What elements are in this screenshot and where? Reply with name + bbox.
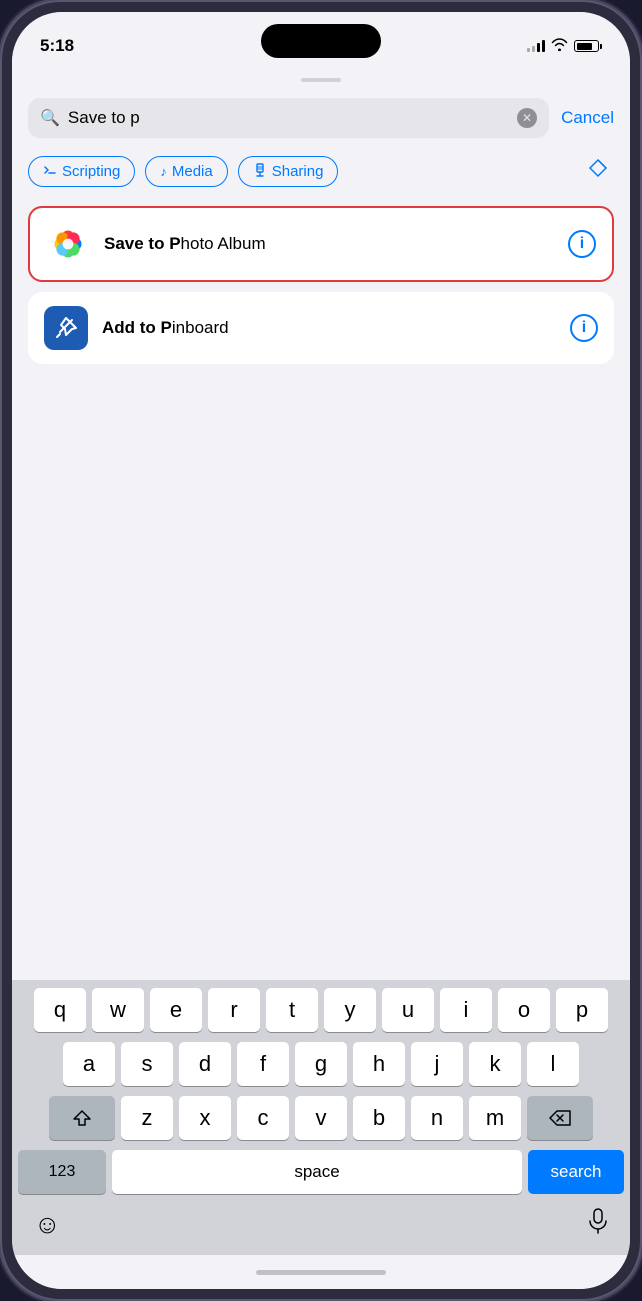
key-123[interactable]: 123: [18, 1150, 106, 1194]
sharing-icon: [253, 163, 267, 180]
key-w[interactable]: w: [92, 988, 144, 1032]
empty-space: [28, 593, 614, 980]
key-g[interactable]: g: [295, 1042, 347, 1086]
battery-icon: [574, 40, 602, 52]
key-shift[interactable]: [49, 1096, 115, 1140]
key-o[interactable]: o: [498, 988, 550, 1032]
key-k[interactable]: k: [469, 1042, 521, 1086]
microphone-button[interactable]: [588, 1208, 608, 1241]
result-add-to-pinboard-text: Add to Pinboard: [102, 318, 556, 338]
key-search[interactable]: search: [528, 1150, 624, 1194]
save-to-photo-album-info-button[interactable]: i: [568, 230, 596, 258]
result-text-bold: Save to P: [104, 234, 181, 253]
key-space[interactable]: space: [112, 1150, 522, 1194]
cancel-button[interactable]: Cancel: [561, 108, 614, 128]
chip-location[interactable]: [582, 152, 614, 190]
signal-icon: [527, 40, 545, 52]
key-p[interactable]: p: [556, 988, 608, 1032]
key-q[interactable]: q: [34, 988, 86, 1032]
chip-media-label: Media: [172, 163, 213, 180]
key-t[interactable]: t: [266, 988, 318, 1032]
search-icon: 🔍: [40, 108, 60, 128]
media-icon: ♪: [160, 164, 167, 179]
status-bar: 5:18: [12, 12, 630, 66]
info-icon-2: i: [582, 319, 586, 337]
key-s[interactable]: s: [121, 1042, 173, 1086]
keyboard-bottom-row: 123 space search: [18, 1150, 624, 1194]
clear-button[interactable]: ✕: [517, 108, 537, 128]
add-to-pinboard-info-button[interactable]: i: [570, 314, 598, 342]
key-n[interactable]: n: [411, 1096, 463, 1140]
keyboard-row-2: a s d f g h j k l: [18, 1042, 624, 1086]
key-j[interactable]: j: [411, 1042, 463, 1086]
key-backspace[interactable]: [527, 1096, 593, 1140]
clear-icon: ✕: [522, 111, 532, 125]
key-i[interactable]: i: [440, 988, 492, 1032]
screen: 5:18: [12, 12, 630, 1289]
key-v[interactable]: v: [295, 1096, 347, 1140]
search-input[interactable]: Save to p: [68, 108, 509, 128]
key-x[interactable]: x: [179, 1096, 231, 1140]
key-r[interactable]: r: [208, 988, 260, 1032]
chip-sharing[interactable]: Sharing: [238, 156, 339, 187]
status-time: 5:18: [40, 36, 74, 56]
result-text-rest: hoto Album: [181, 234, 266, 253]
result-add-to-pinboard[interactable]: Add to Pinboard i: [28, 292, 614, 364]
keyboard-row-3: z x c v b n m: [18, 1096, 624, 1140]
result-save-to-photo-album[interactable]: Save to Photo Album i: [28, 206, 614, 282]
key-l[interactable]: l: [527, 1042, 579, 1086]
scripting-icon: [43, 163, 57, 180]
chip-scripting[interactable]: Scripting: [28, 156, 135, 187]
dynamic-island: [261, 24, 381, 58]
key-f[interactable]: f: [237, 1042, 289, 1086]
key-y[interactable]: y: [324, 988, 376, 1032]
key-e[interactable]: e: [150, 988, 202, 1032]
keyboard: q w e r t y u i o p a s d f g h j k: [12, 980, 630, 1255]
phone-frame: 5:18: [0, 0, 642, 1301]
pinboard-app-icon: [44, 306, 88, 350]
photos-app-icon: [46, 222, 90, 266]
filter-chips: Scripting ♪ Media Sharing: [28, 152, 614, 190]
search-input-container[interactable]: 🔍 Save to p ✕: [28, 98, 549, 138]
result-save-to-photo-album-text: Save to Photo Album: [104, 234, 554, 254]
chip-sharing-label: Sharing: [272, 163, 324, 180]
home-bar: [256, 1270, 386, 1275]
key-b[interactable]: b: [353, 1096, 405, 1140]
chip-scripting-label: Scripting: [62, 163, 120, 180]
keyboard-row-1: q w e r t y u i o p: [18, 988, 624, 1032]
main-content: 🔍 Save to p ✕ Cancel Scripting: [12, 66, 630, 980]
emoji-button[interactable]: ☺: [34, 1209, 61, 1240]
result-text-bold-2: Add to P: [102, 318, 172, 337]
keyboard-extras: ☺: [18, 1202, 624, 1251]
key-c[interactable]: c: [237, 1096, 289, 1140]
chip-media[interactable]: ♪ Media: [145, 156, 227, 187]
key-d[interactable]: d: [179, 1042, 231, 1086]
location-icon: [588, 158, 608, 184]
drag-handle: [301, 78, 341, 82]
search-bar: 🔍 Save to p ✕ Cancel: [28, 98, 614, 138]
key-h[interactable]: h: [353, 1042, 405, 1086]
key-z[interactable]: z: [121, 1096, 173, 1140]
key-m[interactable]: m: [469, 1096, 521, 1140]
wifi-icon: [551, 38, 568, 54]
key-u[interactable]: u: [382, 988, 434, 1032]
result-text-rest-2: inboard: [172, 318, 229, 337]
home-indicator: [12, 1255, 630, 1289]
key-a[interactable]: a: [63, 1042, 115, 1086]
status-icons: [527, 38, 602, 54]
info-icon: i: [580, 235, 584, 253]
results-list: Save to Photo Album i Add: [28, 206, 614, 593]
